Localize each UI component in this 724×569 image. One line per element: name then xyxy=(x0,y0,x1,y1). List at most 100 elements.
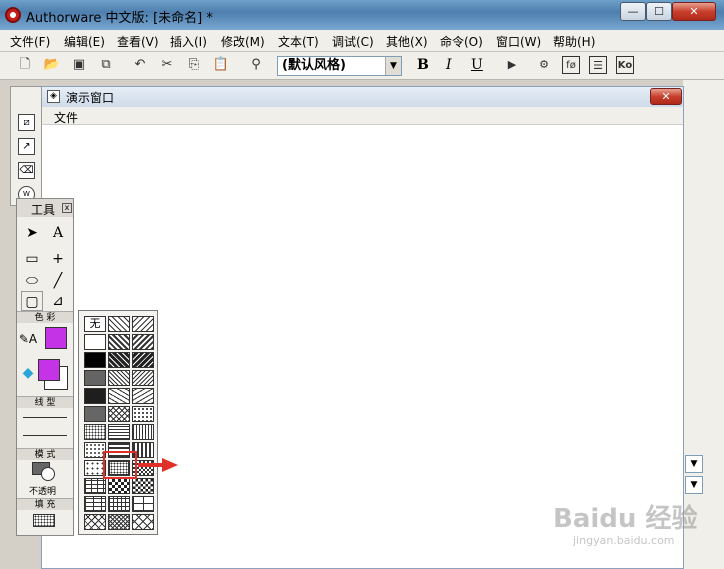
pattern-horizontal[interactable] xyxy=(108,424,130,440)
import-icon[interactable]: ⧉ xyxy=(97,56,115,74)
pattern-diamond[interactable] xyxy=(132,514,154,530)
color-section-label: 色 彩 xyxy=(17,311,73,323)
presentation-close-button[interactable]: ✕ xyxy=(650,88,682,105)
line-style-default[interactable] xyxy=(23,435,67,436)
underline-button[interactable]: U xyxy=(471,57,483,73)
undo-icon[interactable]: ↶ xyxy=(131,56,149,74)
watermark-logo: Baidu 经验 xyxy=(553,504,698,534)
cut-icon[interactable]: ✂ xyxy=(158,56,176,74)
pattern-solid[interactable] xyxy=(84,352,106,368)
rounded-rectangle-tool-icon[interactable]: ▢ xyxy=(21,291,43,311)
background-panel xyxy=(683,80,724,569)
mode-section-label: 模 式 xyxy=(17,448,73,460)
stroke-color-swatch[interactable] xyxy=(45,327,67,349)
pattern-diagonal-fine-reverse[interactable] xyxy=(132,370,154,386)
line-section-label: 线 型 xyxy=(17,396,73,408)
menu-other[interactable]: 其他(X) xyxy=(386,33,428,50)
pattern-slant-reverse[interactable] xyxy=(132,388,154,404)
pattern-diagonal-light[interactable] xyxy=(108,316,130,332)
pattern-light-dots[interactable] xyxy=(84,424,106,440)
close-button[interactable]: ✕ xyxy=(672,2,716,21)
window-title: Authorware 中文版: [未命名] * xyxy=(26,11,213,26)
pattern-diagonal-fine[interactable] xyxy=(108,370,130,386)
pattern-zigzag[interactable] xyxy=(84,514,106,530)
presentation-window-icon: ◈ xyxy=(47,90,60,103)
pattern-brick[interactable] xyxy=(84,478,106,494)
pencil-color-icon[interactable]: ✎A xyxy=(17,329,39,349)
mode-circle-icon xyxy=(41,467,55,481)
tools-title: 工具 xyxy=(31,203,56,217)
pattern-checker-medium[interactable] xyxy=(132,478,154,494)
maximize-button[interactable]: ☐ xyxy=(646,2,672,21)
pattern-gray-dense[interactable] xyxy=(84,388,106,404)
foreground-color-swatch[interactable] xyxy=(38,359,60,381)
restart-icon[interactable]: ▶ xyxy=(503,56,521,74)
motion-icon[interactable]: ↗ xyxy=(18,138,35,155)
bold-button[interactable]: B xyxy=(417,57,429,73)
copy-icon[interactable]: ⎘ xyxy=(185,56,203,74)
pattern-grid-wide[interactable] xyxy=(132,496,154,512)
pattern-diagonal-light-reverse[interactable] xyxy=(132,316,154,332)
menu-bar: 文件(F) 编辑(E) 查看(V) 插入(I) 修改(M) 文本(T) 调试(C… xyxy=(0,30,724,52)
line-tool-icon[interactable]: + xyxy=(47,249,69,269)
menu-text[interactable]: 文本(T) xyxy=(278,33,319,50)
pattern-crosshatch-diagonal[interactable] xyxy=(108,406,130,422)
menu-edit[interactable]: 编辑(E) xyxy=(64,33,105,50)
presentation-menu-file[interactable]: 文件 xyxy=(54,109,78,126)
minimize-button[interactable]: — xyxy=(620,2,646,21)
pattern-vertical[interactable] xyxy=(132,424,154,440)
tools-close-icon[interactable]: x xyxy=(62,203,72,213)
pattern-slant[interactable] xyxy=(108,388,130,404)
variable-icon[interactable]: ☰ xyxy=(589,56,607,74)
menu-insert[interactable]: 插入(I) xyxy=(170,33,207,50)
pattern-checker[interactable] xyxy=(108,478,130,494)
new-file-icon[interactable]: 🗋 xyxy=(16,56,34,74)
pattern-grid[interactable] xyxy=(108,496,130,512)
pattern-dots[interactable] xyxy=(132,406,154,422)
mode-value: 不透明 xyxy=(29,487,57,497)
italic-button[interactable]: I xyxy=(446,57,452,73)
save-all-icon[interactable]: ▣ xyxy=(70,56,88,74)
menu-command[interactable]: 命令(O) xyxy=(440,33,483,50)
text-tool-icon[interactable]: A xyxy=(47,223,69,243)
menu-view[interactable]: 查看(V) xyxy=(117,33,159,50)
style-select[interactable]: (默认风格) ▼ xyxy=(277,56,402,76)
presentation-title-bar: ◈ 演示窗口 ✕ xyxy=(42,87,683,107)
pointer-arrow-icon xyxy=(138,458,178,472)
pattern-diagonal-dense-reverse[interactable] xyxy=(132,352,154,368)
pattern-dark-dots[interactable] xyxy=(84,370,106,386)
pattern-white[interactable] xyxy=(84,334,106,350)
menu-help[interactable]: 帮助(H) xyxy=(553,33,595,50)
chevron-down-icon[interactable]: ▼ xyxy=(385,57,401,75)
erase-icon[interactable]: ⌫ xyxy=(18,162,35,179)
pattern-none[interactable]: 无 xyxy=(84,316,106,332)
open-icon[interactable]: 📂 xyxy=(43,56,61,74)
menu-window[interactable]: 窗口(W) xyxy=(496,33,541,50)
pattern-zigzag-fine[interactable] xyxy=(108,514,130,530)
pattern-diagonal-medium[interactable] xyxy=(108,334,130,350)
pattern-diagonal-dense[interactable] xyxy=(108,352,130,368)
menu-modify[interactable]: 修改(M) xyxy=(221,33,265,50)
current-fill-pattern[interactable] xyxy=(33,514,55,527)
pattern-brick-wide[interactable] xyxy=(84,496,106,512)
control-panel-icon[interactable]: ⚙ xyxy=(535,56,553,74)
menu-debug[interactable]: 调试(C) xyxy=(332,33,374,50)
pointer-tool-icon[interactable]: ➤ xyxy=(21,223,43,243)
chevron-down-icon[interactable]: ▼ xyxy=(685,476,703,494)
tools-title-bar: 工具 x xyxy=(17,199,73,217)
rectangle-tool-icon[interactable]: ▭ xyxy=(21,249,43,269)
knowledge-object-icon[interactable]: Ko xyxy=(616,56,634,74)
fill-bucket-icon[interactable]: ◆ xyxy=(17,363,39,383)
menu-file[interactable]: 文件(F) xyxy=(10,33,50,50)
line-style-thin[interactable] xyxy=(23,417,67,418)
paste-icon[interactable]: 📋 xyxy=(212,56,230,74)
chevron-down-icon[interactable]: ▼ xyxy=(685,455,703,473)
find-icon[interactable]: ⚲ xyxy=(247,56,265,74)
pattern-diagonal-medium-reverse[interactable] xyxy=(132,334,154,350)
ellipse-tool-icon[interactable]: ⬭ xyxy=(21,271,43,291)
diagonal-line-tool-icon[interactable]: ╱ xyxy=(47,271,69,291)
display-icon[interactable]: ⧄ xyxy=(18,114,35,131)
function-icon[interactable]: fø xyxy=(562,56,580,74)
polygon-tool-icon[interactable]: ⊿ xyxy=(47,291,69,311)
pattern-gray-medium[interactable] xyxy=(84,406,106,422)
